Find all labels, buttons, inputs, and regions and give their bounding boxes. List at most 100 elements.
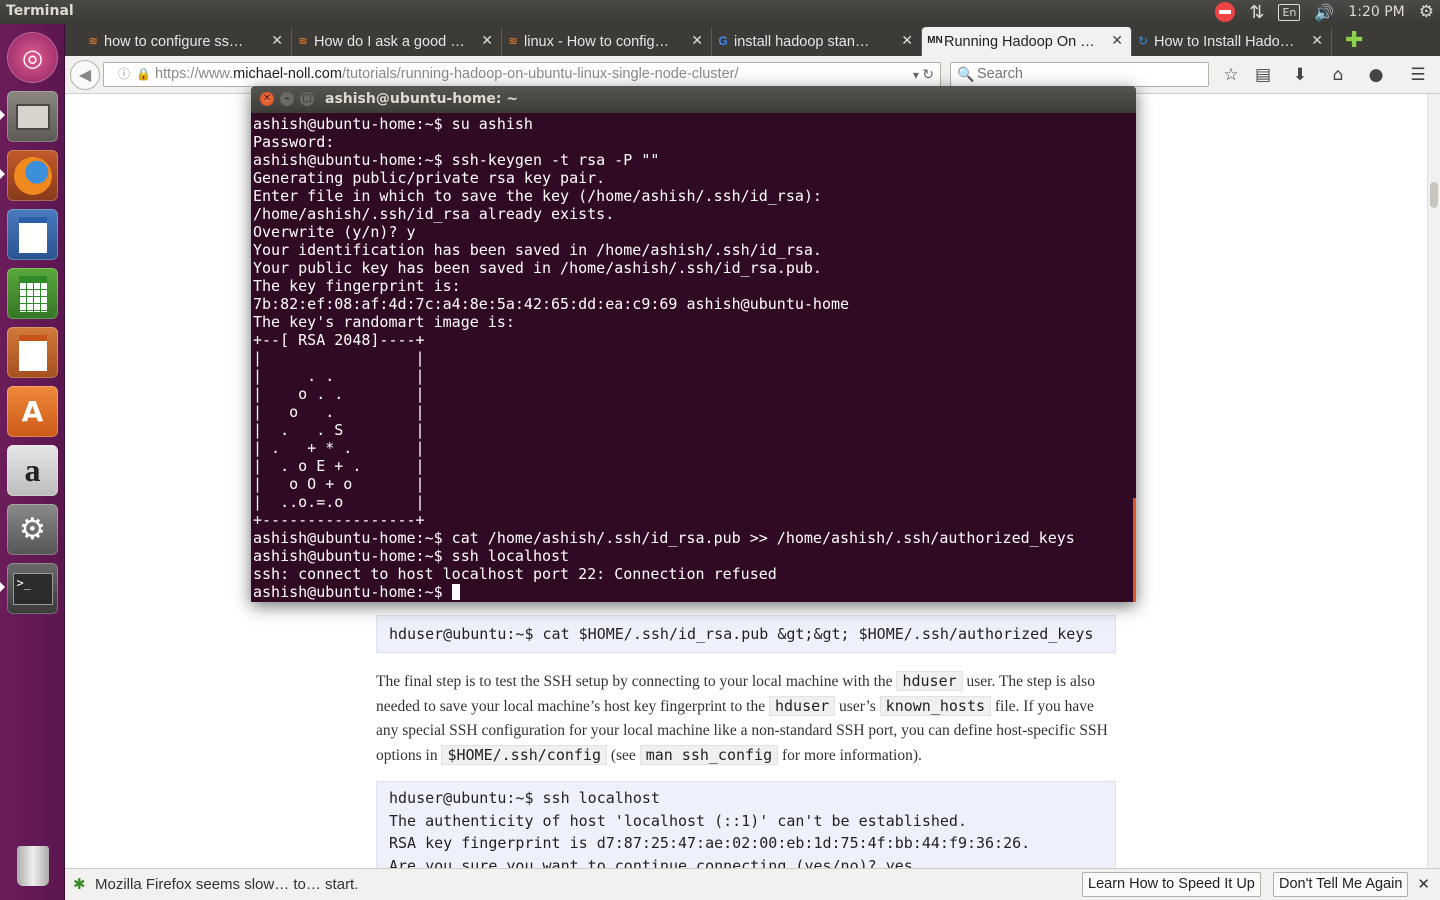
tab-install-hadoop[interactable]: G install hadoop stan… ✕ (712, 27, 922, 56)
inline-code: hduser (768, 696, 836, 716)
terminal-line: /home/ashish/.ssh/id_rsa already exists. (253, 205, 615, 223)
close-icon[interactable]: ✕ (1311, 32, 1323, 49)
inline-code: man ssh_config (639, 745, 779, 765)
home-icon[interactable]: ⌂ (1327, 64, 1349, 86)
gear-icon[interactable]: ⚙ (1419, 2, 1434, 22)
firefox-icon[interactable] (7, 150, 58, 201)
tab-how-to-install-hadoop[interactable]: ↻ How to Install Hado… ✕ (1132, 27, 1332, 56)
stackexchange-icon: ≋ (297, 34, 309, 48)
search-placeholder: Search (977, 66, 1023, 82)
amazon-icon[interactable]: a (7, 445, 58, 496)
files-icon[interactable] (7, 91, 58, 142)
new-tab-button[interactable]: ✚ (1345, 28, 1363, 53)
close-icon[interactable]: ✕ (271, 32, 283, 49)
tab-linux-how-to-config[interactable]: ≋ linux - How to config… ✕ (502, 27, 712, 56)
reload-icon[interactable]: ↻ (922, 66, 934, 82)
top-panel: Terminal ⇅ En 🔊 1:20 PM ⚙ (0, 0, 1440, 24)
software-center-icon[interactable]: A (7, 386, 58, 437)
learn-speed-button[interactable]: Learn How to Speed It Up (1082, 872, 1261, 897)
system-settings-icon[interactable]: ⚙ (7, 504, 58, 555)
url-controls: ▾ ↻ (913, 63, 934, 86)
inline-code: $HOME/.ssh/config (441, 745, 607, 765)
close-icon[interactable]: ✕ (481, 32, 493, 49)
bookmark-star-icon[interactable]: ☆ (1220, 64, 1242, 86)
terminal-line: Your public key has been saved in /home/… (253, 259, 822, 277)
terminal-line: | . + * . | (253, 439, 425, 457)
tab-how-to-ask[interactable]: ≋ How do I ask a good … ✕ (292, 27, 502, 56)
close-icon[interactable]: ✕ (1111, 32, 1123, 49)
tab-label: how to configure ss… (104, 33, 244, 50)
terminal-line: Your identification has been saved in /h… (253, 241, 822, 259)
launcher: ◎ A a ⚙ >_ (0, 24, 65, 900)
terminal-titlebar[interactable]: ✕ – □ ashish@ubuntu-home: ~ (251, 86, 1136, 113)
minimize-window-button[interactable]: – (280, 92, 294, 106)
terminal-line: Enter file in which to save the key (/ho… (253, 187, 831, 205)
url-prefix: https://www. (154, 66, 234, 82)
window-resize-edge[interactable] (1133, 498, 1136, 602)
terminal-output[interactable]: ashish@ubuntu-home:~$ su ashish Password:… (251, 113, 1136, 602)
back-button[interactable]: ◀ (70, 60, 100, 90)
stackexchange-icon: ≋ (87, 34, 99, 48)
trash-icon[interactable] (7, 840, 58, 891)
tab-running-hadoop[interactable]: MN Running Hadoop On … ✕ (922, 27, 1132, 56)
close-icon[interactable]: ✕ (1417, 875, 1430, 893)
network-disabled-icon[interactable] (1215, 2, 1236, 22)
tab-label: linux - How to config… (524, 33, 670, 50)
terminal-icon[interactable]: >_ (7, 563, 58, 614)
browser-tab-bar: ≋ how to configure ss… ✕ ≋ How do I ask … (65, 24, 1440, 56)
notification-bar: ✱ Mozilla Firefox seems slow… to… start.… (65, 868, 1440, 900)
ssh-test-paragraph: The final step is to test the SSH setup … (376, 671, 1108, 765)
menu-icon[interactable]: ☰ (1407, 64, 1429, 86)
tab-how-to-configure-ssh[interactable]: ≋ how to configure ss… ✕ (82, 27, 292, 56)
terminal-window[interactable]: ✕ – □ ashish@ubuntu-home: ~ ashish@ubunt… (251, 86, 1136, 602)
keyboard-layout-indicator[interactable]: En (1278, 2, 1301, 22)
inline-code: hduser (896, 671, 963, 691)
terminal-title: ashish@ubuntu-home: ~ (325, 91, 519, 107)
search-input[interactable]: 🔍 Search (950, 62, 1209, 87)
writer-icon[interactable] (7, 209, 58, 260)
terminal-line: ashish@ubuntu-home:~$ ssh-keygen -t rsa … (253, 151, 660, 169)
network-transfer-icon[interactable]: ⇅ (1249, 2, 1264, 23)
chat-icon[interactable]: ● (1365, 64, 1387, 86)
loading-icon: ↻ (1137, 34, 1149, 48)
ubuntu-dash-icon[interactable]: ◎ (7, 32, 58, 83)
text-cursor (451, 584, 460, 600)
clock[interactable]: 1:20 PM (1348, 2, 1404, 22)
reading-list-icon[interactable]: ▤ (1252, 64, 1274, 86)
code-line: RSA key fingerprint is d7:87:25:47:ae:02… (389, 834, 1031, 852)
close-icon[interactable]: ✕ (691, 32, 703, 49)
indicator-area: ⇅ En 🔊 1:20 PM ⚙ (1215, 2, 1434, 23)
dont-tell-again-button[interactable]: Don't Tell Me Again (1273, 872, 1409, 897)
site-identity-icon[interactable]: ⓘ (118, 67, 130, 81)
terminal-line: ashish@ubuntu-home:~$ su ashish (253, 115, 533, 133)
code-block-authorized-keys: hduser@ubuntu:~$ cat $HOME/.ssh/id_rsa.p… (376, 615, 1116, 653)
terminal-line: +-----------------+ (253, 511, 425, 529)
stackexchange-icon: ≋ (507, 34, 519, 48)
download-icon[interactable]: ⬇ (1289, 64, 1311, 86)
impress-icon[interactable] (7, 327, 58, 378)
terminal-line: The key's randomart image is: (253, 313, 515, 331)
active-app-title: Terminal (6, 3, 74, 19)
mn-favicon: MN (927, 35, 943, 46)
volume-icon[interactable]: 🔊 (1314, 2, 1334, 22)
terminal-running-indicator (0, 582, 5, 592)
tab-label: Running Hadoop On … (944, 33, 1095, 50)
scrollbar-thumb[interactable] (1430, 182, 1438, 208)
close-icon[interactable]: ✕ (901, 32, 913, 49)
terminal-line: | . . | (253, 367, 425, 385)
history-dropdown-icon[interactable]: ▾ (913, 68, 919, 82)
tab-label: How to Install Hado… (1154, 33, 1295, 50)
terminal-line: | . . S | (253, 421, 425, 439)
code-line: The authenticity of host 'localhost (::1… (389, 811, 967, 830)
google-icon: G (718, 34, 728, 48)
maximize-window-button[interactable]: □ (300, 92, 314, 106)
page-scrollbar[interactable] (1427, 94, 1440, 868)
code-block-ssh-localhost: hduser@ubuntu:~$ ssh localhost The authen… (376, 781, 1116, 868)
url-path: /tutorials/running-hadoop-on-ubuntu-linu… (341, 66, 739, 82)
tab-label: install hadoop stan… (734, 33, 870, 50)
terminal-line: Generating public/private rsa key pair. (253, 169, 606, 187)
calc-icon[interactable] (7, 268, 58, 319)
url-bar[interactable]: ⓘ 🔒 https://www.michael-noll.com/tutorials… (103, 62, 941, 87)
close-window-button[interactable]: ✕ (260, 92, 274, 106)
terminal-line: ssh: connect to host localhost port 22: … (253, 565, 777, 583)
